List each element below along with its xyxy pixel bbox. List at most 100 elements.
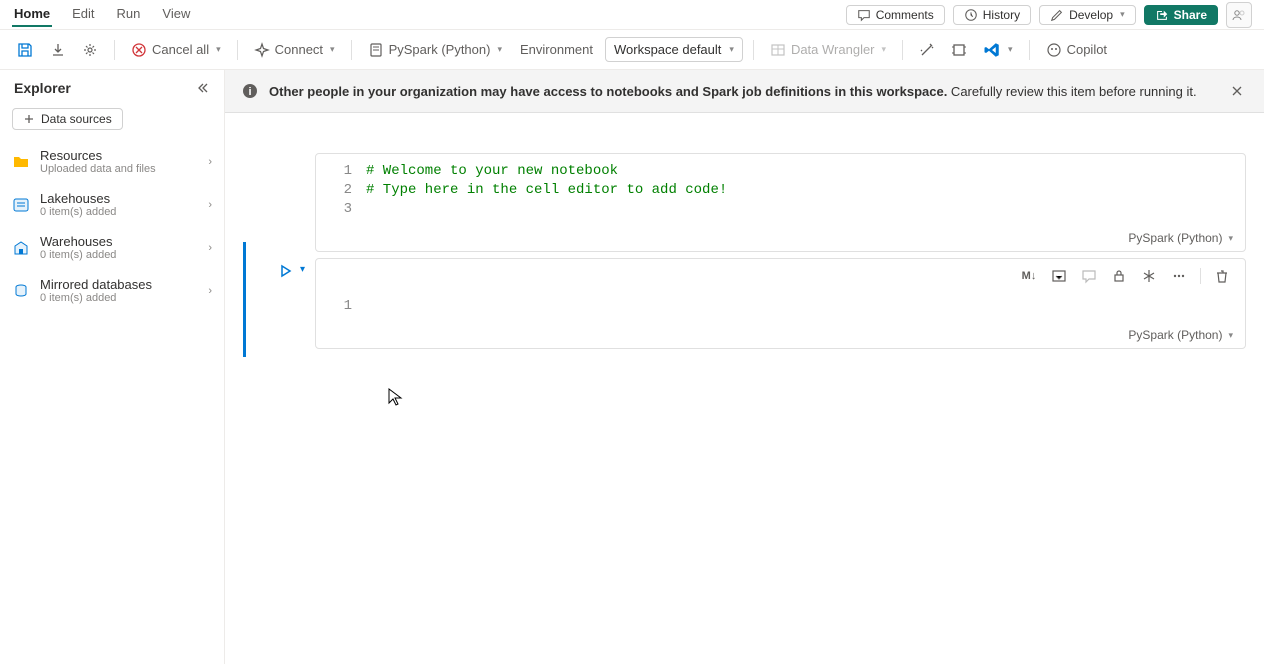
vscode-icon xyxy=(983,41,1001,59)
comments-button[interactable]: Comments xyxy=(846,5,945,25)
menu-tab-home[interactable]: Home xyxy=(12,2,52,27)
lock-cell-button[interactable] xyxy=(1108,265,1130,287)
close-icon xyxy=(1230,84,1244,98)
collapse-sidebar-button[interactable] xyxy=(196,81,210,95)
toggle-output-button[interactable] xyxy=(1048,265,1070,287)
chevron-down-icon: ▾ xyxy=(882,44,887,55)
explorer-title: Explorer xyxy=(14,80,71,96)
share-button[interactable]: Share xyxy=(1144,5,1218,25)
plus-icon xyxy=(23,113,35,125)
develop-button[interactable]: Develop ▾ xyxy=(1039,5,1136,25)
chevron-down-icon: ▾ xyxy=(1228,330,1233,341)
cells-container: 123 # Welcome to your new notebook # Typ… xyxy=(225,113,1264,375)
cell-footer: PySpark (Python) ▾ xyxy=(316,227,1245,251)
sidebar-item-text: Lakehouses 0 item(s) added xyxy=(40,191,198,218)
divider xyxy=(237,40,238,60)
kernel-label: PySpark (Python) xyxy=(389,42,491,57)
output-icon xyxy=(1051,268,1067,284)
chevron-down-icon: ▾ xyxy=(1008,44,1013,55)
menu-tab-view[interactable]: View xyxy=(160,2,192,27)
connect-label: Connect xyxy=(275,42,323,57)
menu-right: Comments History Develop ▾ Share xyxy=(846,2,1252,28)
divider xyxy=(753,40,754,60)
cancel-icon xyxy=(131,42,147,58)
collaborators-button[interactable] xyxy=(1226,2,1252,28)
code-line xyxy=(366,297,1245,316)
sidebar-item-subtitle: 0 item(s) added xyxy=(40,249,198,261)
info-banner: i Other people in your organization may … xyxy=(225,70,1264,113)
menu-tab-edit[interactable]: Edit xyxy=(70,2,96,27)
copilot-label: Copilot xyxy=(1067,42,1107,57)
delete-cell-button[interactable] xyxy=(1211,265,1233,287)
sidebar-item-resources[interactable]: Resources Uploaded data and files › xyxy=(0,140,224,183)
chevron-down-icon: ▾ xyxy=(330,44,335,55)
lock-icon xyxy=(1111,268,1127,284)
divider xyxy=(114,40,115,60)
comment-cell-button[interactable] xyxy=(1078,265,1100,287)
info-rest: Carefully review this item before runnin… xyxy=(947,84,1196,99)
history-label: History xyxy=(983,8,1020,22)
cancel-all-button[interactable]: Cancel all ▾ xyxy=(125,38,227,62)
cell-block[interactable]: 123 # Welcome to your new notebook # Typ… xyxy=(315,153,1246,252)
info-text: Other people in your organization may ha… xyxy=(269,84,1226,99)
save-button[interactable] xyxy=(10,37,40,63)
cell-block[interactable]: M↓ 1 xyxy=(315,258,1246,349)
separator xyxy=(1200,268,1201,284)
comments-label: Comments xyxy=(876,8,934,22)
copilot-button[interactable]: Copilot xyxy=(1040,38,1113,62)
trash-icon xyxy=(1214,268,1230,284)
workspace-select[interactable]: Workspace default ▾ xyxy=(605,37,743,62)
more-icon xyxy=(1171,268,1187,284)
code-line: # Welcome to your new notebook xyxy=(366,162,1245,181)
data-sources-label: Data sources xyxy=(41,112,112,126)
menu-tab-run[interactable]: Run xyxy=(115,2,143,27)
lakehouse-icon xyxy=(12,196,30,214)
chevron-down-icon: ▾ xyxy=(1228,233,1233,244)
sidebar-item-warehouses[interactable]: Warehouses 0 item(s) added › xyxy=(0,226,224,269)
data-sources-button[interactable]: Data sources xyxy=(12,108,123,130)
freeze-cell-button[interactable] xyxy=(1138,265,1160,287)
sidebar-item-title: Mirrored databases xyxy=(40,277,198,292)
divider xyxy=(351,40,352,60)
data-wrangler-label: Data Wrangler xyxy=(791,42,875,57)
cell-language[interactable]: PySpark (Python) xyxy=(1128,231,1222,245)
markdown-label: M↓ xyxy=(1022,270,1037,282)
sidebar-item-mirrored[interactable]: Mirrored databases 0 item(s) added › xyxy=(0,269,224,312)
history-icon xyxy=(964,8,978,22)
close-banner-button[interactable] xyxy=(1226,80,1248,102)
freeze-button[interactable] xyxy=(945,38,973,62)
more-cell-button[interactable] xyxy=(1168,265,1190,287)
people-icon xyxy=(1231,7,1247,23)
snowflake-icon xyxy=(1141,268,1157,284)
cell-language[interactable]: PySpark (Python) xyxy=(1128,328,1222,342)
divider xyxy=(902,40,903,60)
folder-icon xyxy=(12,153,30,171)
code-cell: 123 # Welcome to your new notebook # Typ… xyxy=(243,153,1246,252)
download-button[interactable] xyxy=(44,38,72,62)
chevron-right-icon: › xyxy=(208,156,212,168)
environment-label: Environment xyxy=(512,38,601,61)
toolbar: Cancel all ▾ Connect ▾ PySpark (Python) … xyxy=(0,30,1264,70)
run-cell-button[interactable] xyxy=(278,264,292,278)
connect-button[interactable]: Connect ▾ xyxy=(248,38,341,62)
download-icon xyxy=(50,42,66,58)
comment-icon xyxy=(857,8,871,22)
code-editor[interactable]: 1 xyxy=(316,289,1245,324)
mirror-db-icon xyxy=(12,282,30,300)
line-numbers: 1 xyxy=(316,297,366,316)
sidebar-item-text: Mirrored databases 0 item(s) added xyxy=(40,277,198,304)
chevron-down-icon: ▾ xyxy=(216,44,221,55)
code-text: # Welcome to your new notebook # Type he… xyxy=(366,162,1245,219)
settings-button[interactable] xyxy=(76,38,104,62)
sidebar-item-lakehouses[interactable]: Lakehouses 0 item(s) added › xyxy=(0,183,224,226)
run-options-button[interactable]: ▾ xyxy=(300,264,305,275)
markdown-toggle-button[interactable]: M↓ xyxy=(1018,265,1040,287)
chevron-double-left-icon xyxy=(196,81,210,95)
data-wrangler-button[interactable]: Data Wrangler ▾ xyxy=(764,38,892,62)
variables-button[interactable] xyxy=(913,38,941,62)
kernel-button[interactable]: PySpark (Python) ▾ xyxy=(362,38,508,62)
share-icon xyxy=(1155,8,1169,22)
vscode-button[interactable]: ▾ xyxy=(977,37,1019,63)
history-button[interactable]: History xyxy=(953,5,1031,25)
code-editor[interactable]: 123 # Welcome to your new notebook # Typ… xyxy=(316,154,1245,227)
